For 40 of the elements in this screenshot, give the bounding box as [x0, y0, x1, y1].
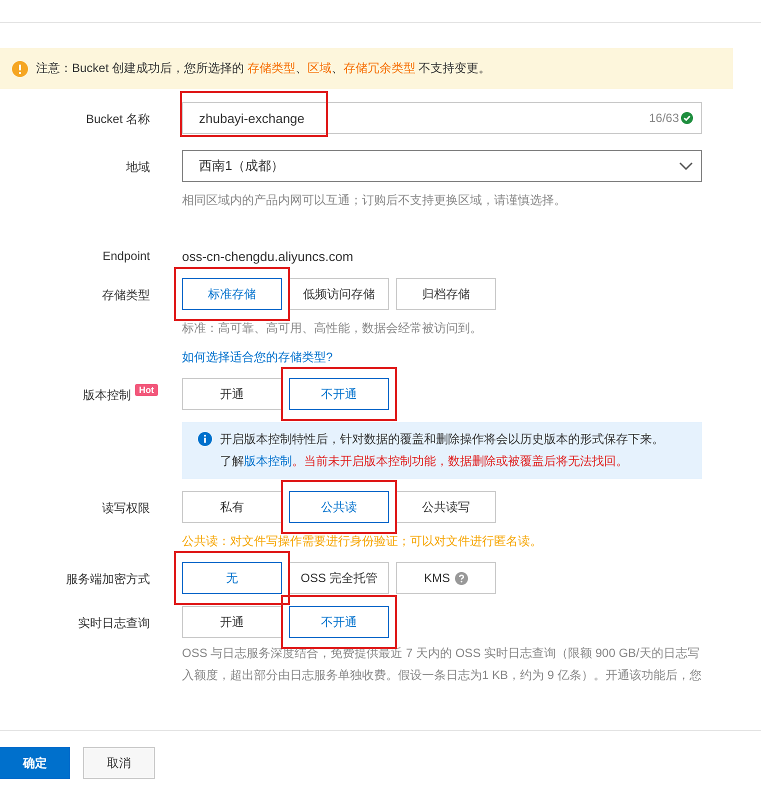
field-label: 读写权限 [102, 500, 150, 517]
help-icon [455, 572, 468, 584]
notice-text: 注意：Bucket 创建成功后，您所选择的 存储类型、区域、存储冗余类型 不支持变更。 [36, 60, 491, 77]
option-button[interactable]: 私有 [182, 491, 282, 523]
option-button[interactable]: 不开通 [289, 378, 389, 410]
cancel-button[interactable]: 取消 [83, 747, 155, 779]
help-text: 标准：高可靠、高可用、高性能，数据会经常被访问到。 [182, 320, 482, 337]
option-button[interactable]: 不开通 [289, 606, 389, 638]
confirm-button[interactable]: 确定 [0, 747, 70, 779]
warning-icon [12, 60, 28, 76]
field-label: 地域 [126, 159, 150, 176]
region-select[interactable]: 西南1（成都） [182, 150, 702, 182]
field-label: 服务端加密方式 [66, 571, 150, 588]
bucket-name-field[interactable]: zhubayi-exchange 16/63 [182, 102, 702, 134]
caution-text: 公共读：对文件写操作需要进行身份验证；可以对文件进行匿名读。 [182, 533, 542, 550]
option-button[interactable]: KMS [396, 562, 496, 594]
chevron-down-icon [679, 162, 693, 170]
field-label: Endpoint [102, 249, 150, 263]
option-button[interactable]: 公共读 [289, 491, 389, 523]
version-control-link[interactable]: 版本控制 [244, 453, 292, 470]
option-button[interactable]: 标准存储 [182, 278, 282, 310]
field-label: 存储类型 [102, 287, 150, 304]
info-text: 开启版本控制特性后，针对数据的覆盖和删除操作将会以历史版本的形式保存下来。 [220, 431, 664, 448]
warning-text: 。当前未开启版本控制功能，数据删除或被覆盖后将无法找回。 [292, 453, 628, 470]
option-button[interactable]: 低频访问存储 [289, 278, 389, 310]
option-button[interactable]: 开通 [182, 378, 282, 410]
field-label: 实时日志查询 [78, 615, 150, 632]
help-text: 相同区域内的产品内网可以互通；订购后不支持更换区域，请谨慎选择。 [182, 192, 566, 209]
info-text: 了解 [220, 453, 244, 470]
storage-type-link[interactable]: 如何选择适合您的存储类型? [182, 349, 333, 366]
info-icon [198, 432, 212, 446]
option-button[interactable]: 公共读写 [396, 491, 496, 523]
field-label: Bucket 名称 [86, 111, 150, 128]
option-button[interactable]: OSS 完全托管 [289, 562, 389, 594]
hot-badge: Hot [135, 384, 158, 396]
endpoint-text: oss-cn-chengdu.aliyuncs.com [182, 249, 354, 264]
option-button[interactable]: 归档存储 [396, 278, 496, 310]
option-button[interactable]: 无 [182, 562, 282, 594]
option-button[interactable]: 开通 [182, 606, 282, 638]
field-label: 版本控制 [83, 387, 131, 404]
